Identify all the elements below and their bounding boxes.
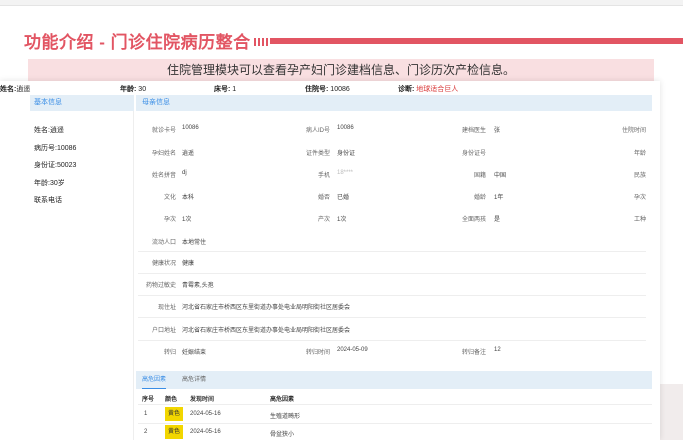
label-mobile: 手机 bbox=[317, 173, 330, 179]
left-item-id-card: 身份证:50023 bbox=[34, 162, 77, 169]
label-patient-id: 病人ID号 bbox=[305, 128, 330, 134]
divider bbox=[138, 404, 652, 405]
value-pregnancies: 1次 bbox=[182, 217, 192, 223]
value-nationality: 中国 bbox=[494, 173, 507, 179]
row1-factor: 生殖道畸形 bbox=[270, 414, 301, 420]
record-panel: 姓名:逍遥 年龄: 30 床号: 1 住院号: 10086 诊断: 地球适合巨人… bbox=[0, 81, 660, 440]
value-health: 健康 bbox=[182, 261, 195, 267]
patient-name: 姓名:逍遥 bbox=[0, 86, 31, 93]
basic-info-heading: 基本信息 bbox=[30, 95, 134, 111]
label-id-type: 证件类型 bbox=[305, 151, 330, 157]
label-married: 婚否 bbox=[317, 195, 330, 201]
col-header-color: 颜色 bbox=[165, 397, 178, 403]
left-item-record-no: 病历号:10086 bbox=[34, 145, 77, 152]
value-outcome: 妊娠结束 bbox=[182, 350, 207, 356]
left-item-name: 姓名:逍遥 bbox=[34, 127, 64, 134]
top-strip bbox=[0, 0, 683, 6]
value-education: 本科 bbox=[182, 195, 195, 201]
patient-summary-row: 姓名:逍遥 年龄: 30 床号: 1 住院号: 10086 诊断: 地球适合巨人 bbox=[0, 81, 660, 95]
label-admit-time: 住院时间 bbox=[621, 128, 646, 134]
value-outcome-time: 2024-05-09 bbox=[337, 347, 368, 353]
divider bbox=[138, 423, 652, 424]
label-mother-name: 孕妇姓名 bbox=[151, 151, 176, 157]
label-hukou-address: 户口地址 bbox=[151, 328, 176, 334]
value-births: 1次 bbox=[337, 217, 347, 223]
label-occupation: 工种 bbox=[633, 217, 646, 223]
title-stripes-decoration bbox=[254, 38, 268, 46]
value-two-child: 是 bbox=[494, 217, 501, 223]
label-nationality: 国籍 bbox=[473, 173, 486, 179]
patient-diagnosis: 诊断: 地球适合巨人 bbox=[398, 86, 459, 93]
value-id-type: 身份证 bbox=[337, 151, 356, 157]
label-floating-pop: 流动人口 bbox=[151, 240, 176, 246]
label-births: 产次 bbox=[317, 217, 330, 223]
tab-risk-factors[interactable]: 高危因素 bbox=[142, 371, 167, 389]
row2-no: 2 bbox=[144, 429, 148, 435]
label-allergy: 药物过敏史 bbox=[145, 283, 176, 289]
label-visit-card: 就诊卡号 bbox=[151, 128, 176, 134]
value-mother-name: 逍遥 bbox=[182, 151, 195, 157]
label-health: 健康状况 bbox=[151, 261, 176, 267]
label-two-child: 全面两孩 bbox=[461, 217, 486, 223]
patient-bed: 床号: 1 bbox=[214, 86, 237, 93]
label-pinyin: 姓名拼音 bbox=[151, 173, 176, 179]
value-marriage-years: 1年 bbox=[494, 195, 504, 201]
basic-info-column: 姓名:逍遥 病历号:10086 身份证:50023 年龄:30岁 联系电话 bbox=[30, 111, 134, 440]
label-current-address: 现住址 bbox=[157, 305, 176, 311]
row2-factor: 骨盆狭小 bbox=[270, 432, 295, 438]
label-ethnicity: 民族 bbox=[633, 173, 646, 179]
value-outcome-note: 12 bbox=[494, 347, 501, 353]
col-header-no: 序号 bbox=[142, 397, 155, 403]
value-allergy: 青霉素,头孢 bbox=[182, 283, 214, 289]
label-age: 年龄 bbox=[633, 151, 646, 157]
row1-date: 2024-05-16 bbox=[190, 411, 221, 417]
tab-risk-details[interactable]: 高危详情 bbox=[182, 371, 206, 389]
label-outcome-note: 转归备注 bbox=[461, 350, 486, 356]
value-visit-card: 10086 bbox=[182, 125, 199, 131]
value-pinyin: dj bbox=[182, 170, 187, 176]
divider bbox=[138, 273, 646, 274]
col-header-factor: 高危因素 bbox=[270, 397, 295, 403]
value-floating-pop: 本地常住 bbox=[182, 240, 207, 246]
left-item-phone: 联系电话 bbox=[34, 197, 62, 204]
label-pregnancies: 孕次 bbox=[163, 217, 176, 223]
row1-color-badge: 黄色 bbox=[165, 407, 183, 421]
label-doctor: 建档医生 bbox=[461, 128, 486, 134]
value-patient-id: 10086 bbox=[337, 125, 354, 131]
col-header-date: 发现时间 bbox=[190, 397, 215, 403]
value-current-address: 河北省石家庄市桥西区东里街道办事处电业局明阳街社区居委会 bbox=[182, 305, 351, 311]
risk-tabs: 高危因素 高危详情 bbox=[136, 371, 652, 389]
mother-info-heading: 母亲信息 bbox=[136, 95, 652, 111]
page-title: 功能介绍 - 门诊住院病历整合 bbox=[24, 33, 251, 52]
feature-banner: 住院管理模块可以查看孕产妇门诊建档信息、门诊历次产检信息。 bbox=[28, 59, 654, 81]
label-pregnancies-right: 孕次 bbox=[633, 195, 646, 201]
divider bbox=[138, 317, 646, 318]
row1-no: 1 bbox=[144, 411, 148, 417]
title-underline-bar bbox=[270, 38, 683, 44]
value-mobile: 18**** bbox=[337, 170, 354, 176]
divider bbox=[138, 340, 646, 341]
label-outcome-time: 转归时间 bbox=[305, 350, 330, 356]
label-marriage-years: 婚龄 bbox=[473, 195, 486, 201]
row2-color-badge: 黄色 bbox=[165, 425, 183, 439]
label-outcome: 转归 bbox=[163, 350, 176, 356]
patient-admission: 住院号: 10086 bbox=[305, 86, 350, 93]
value-hukou-address: 河北省石家庄市桥西区东里街道办事处电业局明阳街社区居委会 bbox=[182, 328, 351, 334]
divider bbox=[138, 251, 646, 252]
divider bbox=[138, 295, 646, 296]
label-education: 文化 bbox=[163, 195, 176, 201]
value-doctor: 张 bbox=[494, 128, 501, 134]
patient-age: 年龄: 30 bbox=[120, 86, 147, 93]
left-item-age: 年龄:30岁 bbox=[34, 180, 65, 187]
value-married: 已婚 bbox=[337, 195, 350, 201]
row2-date: 2024-05-16 bbox=[190, 429, 221, 435]
label-id-number: 身份证号 bbox=[461, 151, 486, 157]
